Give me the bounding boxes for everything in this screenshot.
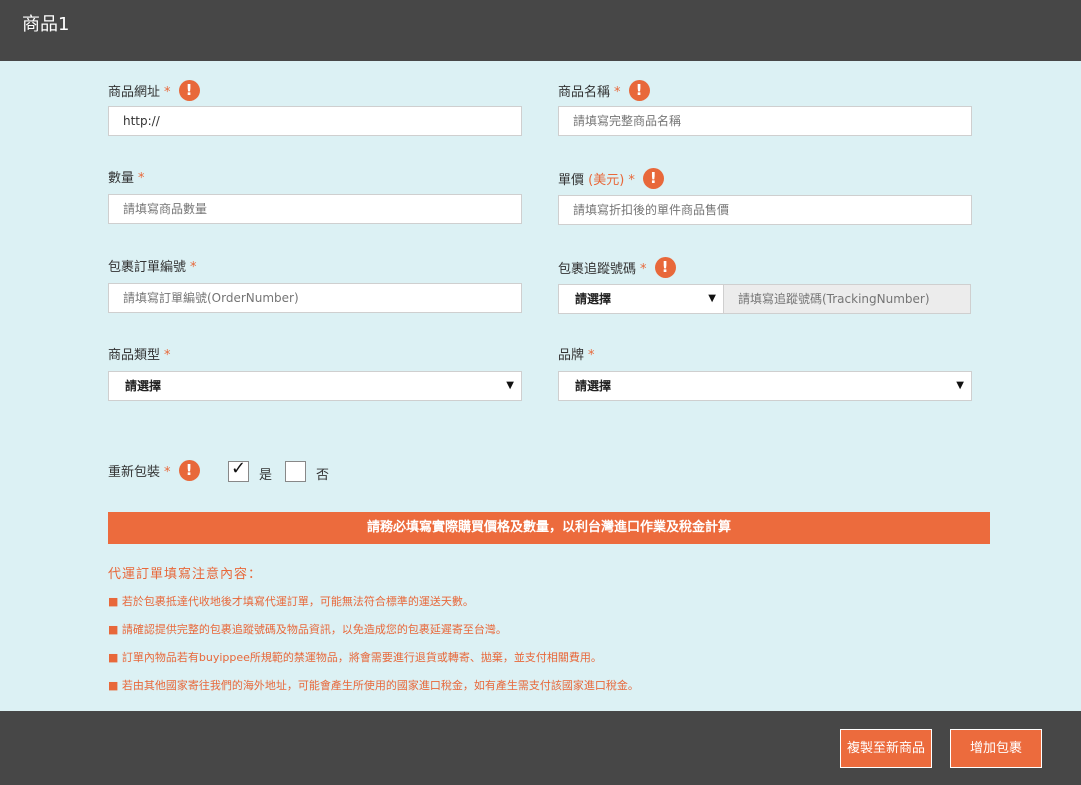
- chevron-down-icon: ▼: [708, 293, 716, 304]
- product-form: 商品網址*! 商品名稱*! 數量* 單價 (美元)*! 包裹訂單編號* 包裹追蹤…: [0, 61, 1081, 711]
- page-title: 商品1: [22, 14, 70, 35]
- required-mark: *: [164, 465, 171, 480]
- check-icon: ✓: [231, 458, 247, 479]
- category-label: 商品類型 *: [108, 348, 171, 363]
- required-mark: *: [190, 260, 197, 275]
- note-item: ■ 訂單內物品若有buyippee所規範的禁運物品，將會需要進行退貨或轉寄、拋棄…: [108, 651, 602, 664]
- required-mark: *: [164, 348, 171, 363]
- warning-icon[interactable]: !: [178, 460, 200, 481]
- carrier-select-value: 請選擇: [575, 292, 612, 306]
- repack-no-label: 否: [316, 468, 330, 483]
- repack-yes-checkbox[interactable]: ✓: [228, 458, 249, 482]
- url-label: 商品網址 *!: [108, 80, 200, 103]
- required-mark: *: [640, 262, 647, 277]
- carrier-select[interactable]: 請選擇 ▼: [558, 284, 724, 314]
- notice-banner: 請務必填寫實際購買價格及數量，以利台灣進口作業及稅金計算: [108, 512, 990, 544]
- header-bar: 商品1: [0, 0, 1081, 61]
- currency-label: (美元): [588, 173, 625, 188]
- repack-label: 重新包裝 *!: [108, 460, 200, 483]
- name-input[interactable]: [558, 106, 972, 136]
- warning-icon[interactable]: !: [654, 257, 676, 278]
- order-number-input[interactable]: [108, 283, 522, 313]
- warning-icon[interactable]: !: [642, 168, 664, 189]
- tracking-input[interactable]: [723, 284, 971, 314]
- category-select[interactable]: 請選擇 ▼: [108, 371, 522, 401]
- quantity-input[interactable]: [108, 194, 522, 224]
- price-label: 單價 (美元) *!: [558, 168, 664, 191]
- add-package-button[interactable]: 增加包裹: [950, 729, 1042, 768]
- footer-bar: 複製至新商品 增加包裹: [0, 711, 1081, 785]
- quantity-label: 數量 *: [108, 171, 145, 186]
- note-item: ■ 請確認提供完整的包裹追蹤號碼及物品資訊，以免造成您的包裹延遲寄至台灣。: [108, 623, 507, 636]
- url-input[interactable]: [108, 106, 522, 136]
- required-mark: *: [588, 348, 595, 363]
- repack-no-checkbox[interactable]: [285, 461, 306, 482]
- brand-select[interactable]: 請選擇 ▼: [558, 371, 972, 401]
- required-mark: *: [628, 173, 635, 188]
- notes-title: 代運訂單填寫注意內容：: [108, 567, 263, 582]
- copy-to-new-item-button[interactable]: 複製至新商品: [840, 729, 932, 768]
- category-select-value: 請選擇: [125, 379, 162, 393]
- required-mark: *: [138, 171, 145, 186]
- required-mark: *: [614, 85, 621, 100]
- order-number-label: 包裹訂單編號 *: [108, 260, 197, 275]
- warning-icon[interactable]: !: [178, 80, 200, 101]
- brand-label: 品牌 *: [558, 348, 595, 363]
- repack-yes-label: 是: [259, 468, 273, 483]
- note-item: ■ 若於包裹抵達代收地後才填寫代運訂單，可能無法符合標準的運送天數。: [108, 595, 474, 608]
- tracking-label: 包裹追蹤號碼 *!: [558, 257, 676, 280]
- brand-select-value: 請選擇: [575, 379, 612, 393]
- required-mark: *: [164, 85, 171, 100]
- chevron-down-icon: ▼: [956, 380, 964, 391]
- name-label: 商品名稱 *!: [558, 80, 650, 103]
- warning-icon[interactable]: !: [628, 80, 650, 101]
- price-input[interactable]: [558, 195, 972, 225]
- note-item: ■ 若由其他國家寄往我們的海外地址，可能會產生所使用的國家進口稅金，如有產生需支…: [108, 679, 639, 692]
- chevron-down-icon: ▼: [506, 380, 514, 391]
